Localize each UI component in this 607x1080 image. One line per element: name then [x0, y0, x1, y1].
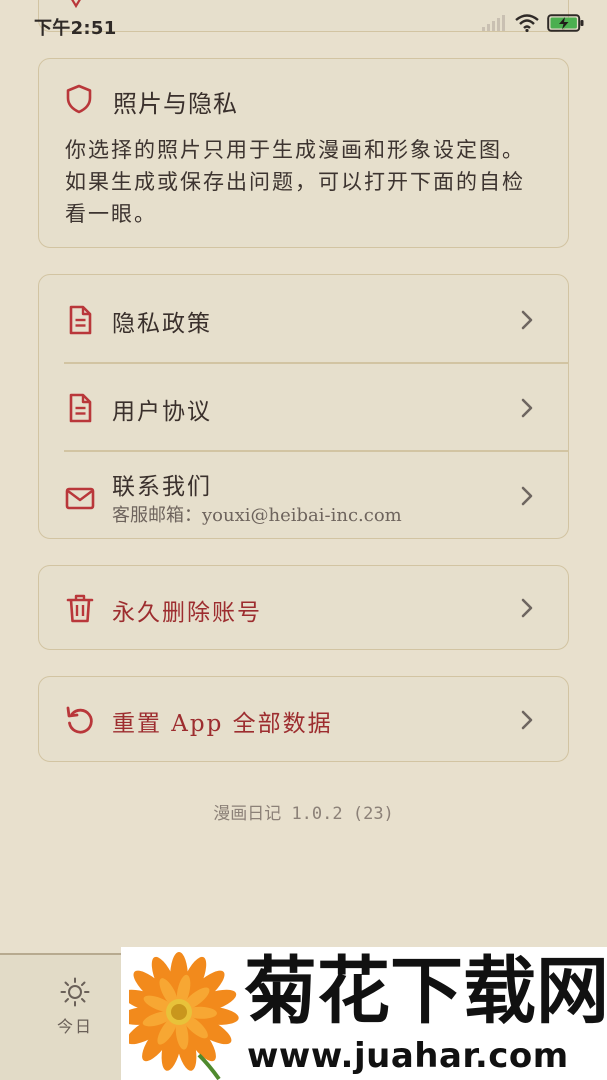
signal-icon: [482, 15, 505, 31]
privacy-card-title: 照片与隐私: [113, 90, 238, 118]
reset-app-data-label: 重置 App 全部数据: [112, 711, 333, 737]
delete-account-label: 永久删除账号: [112, 600, 262, 626]
shield-icon: [66, 84, 92, 114]
contact-us-row[interactable]: 联系我们 客服邮箱：youxi@heibai-inc.com: [39, 451, 568, 539]
chevron-right-icon: [521, 398, 533, 418]
privacy-policy-row[interactable]: 隐私政策: [39, 275, 568, 363]
flower-logo-icon: [129, 952, 239, 1080]
privacy-card-description: 你选择的照片只用于生成漫画和形象设定图。如果生成或保存出问题，可以打开下面的自检…: [65, 138, 525, 226]
user-agreement-row[interactable]: 用户协议: [39, 363, 568, 451]
sun-icon: [60, 977, 90, 1007]
watermark-title: 菊花下载网: [244, 949, 607, 1034]
chevron-right-icon: [521, 710, 533, 730]
status-icons: [481, 13, 585, 33]
mail-icon: [65, 487, 95, 510]
wifi-icon: [515, 14, 539, 32]
links-card: 隐私政策 用户协议 联系我们 客服邮箱：youxi@heibai-inc.com: [38, 274, 569, 539]
photo-privacy-card: 照片与隐私 你选择的照片只用于生成漫画和形象设定图。如果生成或保存出问题，可以打…: [38, 58, 569, 248]
reset-app-data-button[interactable]: 重置 App 全部数据: [38, 676, 569, 762]
status-time: 下午2:51: [34, 18, 117, 39]
nav-tab-today[interactable]: 今日: [44, 977, 106, 1047]
trash-icon: [66, 594, 94, 623]
chevron-right-icon: [521, 486, 533, 506]
app-version: 漫画日记 1.0.2 (23): [213, 804, 394, 824]
support-email: 客服邮箱：youxi@heibai-inc.com: [112, 505, 402, 526]
reset-icon: [66, 706, 93, 734]
chevron-right-icon: [521, 598, 533, 618]
user-agreement-label: 用户协议: [112, 399, 212, 425]
delete-account-button[interactable]: 永久删除账号: [38, 565, 569, 650]
privacy-policy-label: 隐私政策: [112, 311, 212, 337]
battery-charging-icon: [547, 14, 584, 32]
nav-tab-today-label: 今日: [56, 1017, 93, 1036]
document-icon: [69, 305, 92, 335]
watermark-banner: 菊花下载网 www.juahar.com: [121, 947, 607, 1080]
contact-us-label: 联系我们: [112, 474, 212, 500]
watermark-url: www.juahar.com: [247, 1036, 569, 1076]
chevron-right-icon: [521, 310, 533, 330]
document-icon: [69, 393, 92, 423]
status-bar: 下午2:51: [0, 0, 607, 46]
